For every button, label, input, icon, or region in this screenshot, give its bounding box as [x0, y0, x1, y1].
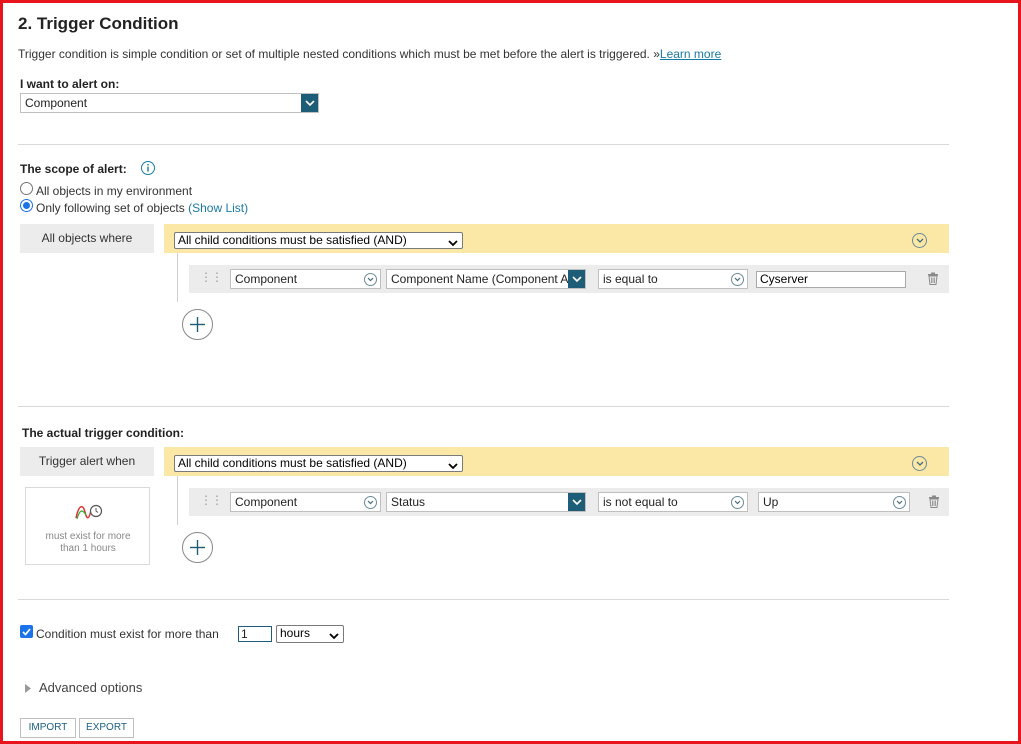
chevron-down-icon [364, 273, 377, 286]
info-icon[interactable] [141, 161, 155, 175]
chevron-down-icon [568, 493, 585, 511]
condition-exist-checkbox[interactable] [20, 625, 33, 638]
trigger-tab-label: Trigger alert when [20, 447, 154, 476]
time-condition-icon [75, 502, 103, 525]
scope-operator-value: is equal to [603, 272, 658, 286]
alert-on-value: Component [25, 96, 88, 110]
section-description: Trigger condition is simple condition or… [18, 47, 721, 61]
scope-group-select[interactable]: All child conditions must be satisfied (… [174, 232, 463, 249]
trigger-value-value: Up [763, 495, 779, 509]
radio-following-objects-label: Only following set of objects (Show List… [36, 201, 248, 215]
divider [18, 406, 949, 407]
trigger-property-dropdown[interactable]: Status [386, 492, 586, 512]
divider [18, 144, 949, 145]
chevron-down-icon [731, 496, 744, 509]
drag-handle-icon[interactable]: ⋮⋮ [200, 494, 223, 506]
show-list-link[interactable]: (Show List) [188, 201, 248, 215]
alert-on-dropdown[interactable]: Component [20, 93, 319, 113]
scope-object-value: Component [235, 272, 298, 286]
scope-property-dropdown[interactable]: Component Name (Component A [386, 269, 586, 289]
tree-connector [177, 476, 178, 525]
trigger-group-select[interactable]: All child conditions must be satisfied (… [174, 455, 463, 472]
trigger-operator-dropdown[interactable]: is not equal to [598, 492, 748, 512]
add-scope-condition-button[interactable] [182, 309, 213, 340]
chevron-down-icon [893, 496, 906, 509]
import-button[interactable]: IMPORT [20, 718, 76, 738]
trash-icon[interactable] [928, 495, 940, 511]
chevron-down-icon [568, 270, 585, 288]
time-summary-box: must exist for more than 1 hours [25, 487, 150, 565]
radio-all-objects[interactable] [20, 182, 33, 195]
scope-operator-dropdown[interactable]: is equal to [598, 269, 748, 289]
radio-following-text: Only following set of objects [36, 201, 185, 215]
drag-handle-icon[interactable]: ⋮⋮ [200, 271, 223, 283]
description-text: Trigger condition is simple condition or… [18, 47, 660, 61]
radio-all-objects-label: All objects in my environment [36, 184, 193, 198]
dialog-frame: 2. Trigger Condition Trigger condition i… [0, 0, 1021, 744]
chevron-down-icon [448, 236, 458, 251]
radio-following-objects[interactable] [20, 199, 33, 212]
plus-icon [190, 540, 205, 555]
add-trigger-condition-button[interactable] [182, 532, 213, 563]
trigger-value-dropdown[interactable]: Up [758, 492, 910, 512]
collapse-chevron-icon[interactable] [912, 233, 927, 248]
chevron-down-icon [448, 459, 458, 474]
duration-unit-select[interactable]: hours [276, 625, 344, 643]
plus-icon [190, 317, 205, 332]
trigger-label: The actual trigger condition: [22, 426, 185, 440]
chevron-down-icon [731, 273, 744, 286]
scope-group-select-value: All child conditions must be satisfied (… [178, 233, 407, 247]
chevron-down-icon [329, 629, 339, 644]
learn-more-link[interactable]: Learn more [660, 47, 721, 61]
scope-value-input[interactable]: Cyserver [756, 271, 906, 288]
alert-on-label: I want to alert on: [20, 77, 120, 91]
scope-label: The scope of alert: [20, 162, 127, 176]
expand-triangle-icon[interactable] [25, 682, 31, 696]
duration-input[interactable]: 1 [238, 626, 272, 642]
collapse-chevron-icon[interactable] [912, 456, 927, 471]
chevron-down-icon [364, 496, 377, 509]
scope-property-value: Component Name (Component A [391, 272, 569, 286]
export-button[interactable]: EXPORT [79, 718, 134, 738]
section-title: 2. Trigger Condition [18, 14, 179, 33]
tree-connector [177, 253, 178, 302]
advanced-options-toggle[interactable]: Advanced options [39, 680, 142, 695]
trash-icon[interactable] [927, 272, 939, 288]
duration-unit-value: hours [280, 626, 311, 640]
condition-exist-label: Condition must exist for more than [36, 627, 219, 641]
trigger-property-value: Status [391, 495, 426, 509]
trigger-group-select-value: All child conditions must be satisfied (… [178, 456, 407, 470]
trigger-object-dropdown[interactable]: Component [230, 492, 381, 512]
trigger-operator-value: is not equal to [603, 495, 678, 509]
scope-tab-label: All objects where [20, 224, 154, 253]
trigger-object-value: Component [235, 495, 298, 509]
time-summary-text: must exist for more than 1 hours [45, 531, 131, 554]
scope-object-dropdown[interactable]: Component [230, 269, 381, 289]
chevron-down-icon [301, 94, 318, 112]
divider [18, 599, 949, 600]
